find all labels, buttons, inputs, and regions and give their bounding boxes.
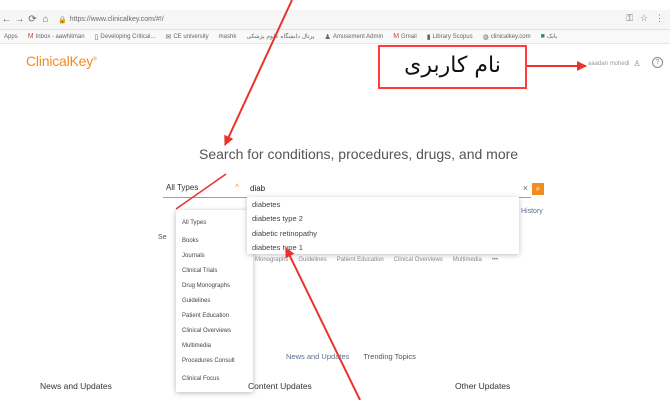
bottom-tabs: News and Updates Trending Topics (286, 352, 416, 361)
bookmark-item[interactable]: ♟ Amusement Admin (325, 33, 384, 41)
menu-item-all-types[interactable]: All Types (182, 220, 206, 226)
bookmark-item[interactable]: پرتال دانشگاه علوم پزشکی (246, 33, 314, 40)
username: aaadan mohedi (588, 60, 630, 67)
menu-item-clinical-focus[interactable]: Clinical Focus (182, 376, 219, 382)
lock-icon: 🔒 (58, 16, 67, 24)
menu-icon[interactable]: ⋮ (655, 13, 664, 24)
bookmarks-bar: Apps M Inbox - aawhitman ▯ Developing Crit… (0, 30, 670, 44)
search-icon: ⌕ (535, 184, 541, 193)
bookmark-item[interactable]: ◍ clinicalkey.com (483, 33, 531, 41)
filter-patient-education[interactable]: Patient Education (337, 257, 384, 263)
menu-item-patient-education[interactable]: Patient Education (182, 313, 229, 319)
content-type-menu: All Types Books Journals Clinical Trials… (176, 210, 253, 392)
menu-item-clinical-trials[interactable]: Clinical Trials (182, 268, 217, 274)
user-menu[interactable]: aaadan mohedi ♙ (588, 59, 641, 68)
back-icon[interactable]: ← (0, 14, 13, 25)
forward-icon[interactable]: → (13, 14, 26, 25)
bookmark-item[interactable]: M Inbox - aawhitman (28, 33, 85, 40)
globe-icon: ◍ (482, 33, 489, 41)
tab-news-and-updates[interactable]: News and Updates (286, 352, 349, 361)
search-headline: Search for conditions, procedures, drugs… (199, 146, 519, 162)
menu-item-books[interactable]: Books (182, 238, 199, 244)
menu-item-drug-monographs[interactable]: Drug Monographs (182, 283, 230, 289)
section-title-other-updates: Other Updates (455, 381, 511, 391)
url-field[interactable]: 🔒 https://www.clinicalkey.com/#!/ (58, 16, 164, 24)
filter-multimedia[interactable]: Multimedia (453, 257, 482, 263)
arrow-to-suggestions (285, 247, 361, 400)
content-type-dropdown[interactable]: All Types ^ (163, 181, 247, 198)
page-icon: ▯ (94, 33, 99, 41)
bookmark-item[interactable]: ■ بانک (541, 33, 558, 40)
filter-guidelines[interactable]: Guidelines (298, 257, 326, 263)
person-icon: ♟ (324, 33, 331, 41)
gmail-icon: M (27, 33, 34, 40)
bookmark-item[interactable]: M Gmail (393, 33, 417, 40)
more-filters-icon[interactable]: ••• (492, 257, 498, 263)
url-text: https://www.clinicalkey.com/#!/ (69, 16, 164, 23)
search-input[interactable]: diab × (247, 181, 531, 198)
search-within-label: Se (158, 234, 167, 241)
search-query: diab (250, 184, 266, 193)
gmail-icon: M (393, 33, 400, 40)
key-icon[interactable]: ⚿ (626, 13, 633, 24)
tab-trending-topics[interactable]: Trending Topics (363, 352, 416, 361)
suggestion-item[interactable]: diabetes type 1 (252, 243, 303, 252)
suggestion-item[interactable]: diabetic retinopathy (252, 229, 317, 238)
bookmark-item[interactable]: mashk (219, 34, 237, 40)
library-icon: ▮ (426, 33, 431, 41)
chevron-up-icon: ^ (235, 183, 239, 192)
menu-item-procedures-consult[interactable]: Procedures Consult (182, 358, 235, 364)
reload-icon[interactable]: ⟳ (26, 14, 39, 25)
section-title-news: News and Updates (40, 381, 112, 391)
filter-clinical-overviews[interactable]: Clinical Overviews (394, 257, 443, 263)
mail-icon: ✉ (165, 33, 172, 41)
bookmark-item[interactable]: ▯ Developing Critical... (95, 33, 156, 41)
help-icon[interactable]: ? (652, 57, 663, 68)
folder-icon: ■ (540, 33, 545, 40)
autocomplete-suggestions: diabetes diabetes type 2 diabetic retino… (247, 197, 519, 254)
menu-item-journals[interactable]: Journals (182, 253, 205, 259)
bookmark-item[interactable]: ▮ Library Scopus (427, 33, 473, 41)
content-type-value: All Types (166, 183, 199, 192)
home-icon[interactable]: ⌂ (39, 14, 52, 25)
menu-item-clinical-overviews[interactable]: Clinical Overviews (182, 328, 231, 334)
user-icon: ♙ (633, 59, 641, 68)
menu-item-guidelines[interactable]: Guidelines (182, 298, 210, 304)
star-icon[interactable]: ☆ (640, 13, 648, 24)
clinicalkey-logo[interactable]: ClinicalKey® (26, 53, 97, 69)
annotation-label: نام کاربری (378, 45, 527, 89)
bookmark-item[interactable]: Apps (4, 34, 18, 40)
section-title-content-updates: Content Updates (248, 381, 312, 391)
filter-monographs[interactable]: Monographs (255, 257, 288, 263)
history-link[interactable]: History (521, 208, 543, 215)
suggestion-item[interactable]: diabetes (252, 200, 280, 209)
clear-icon[interactable]: × (523, 183, 528, 193)
bookmark-item[interactable]: ✉ CE university (165, 33, 208, 41)
filter-row: Monographs Guidelines Patient Education … (255, 257, 498, 263)
suggestion-item[interactable]: diabetes type 2 (252, 214, 303, 223)
browser-address-bar: ← → ⟳ ⌂ 🔒 https://www.clinicalkey.com/#!… (0, 10, 670, 30)
menu-item-multimedia[interactable]: Multimedia (182, 343, 211, 349)
search-button[interactable]: ⌕ (532, 183, 544, 195)
